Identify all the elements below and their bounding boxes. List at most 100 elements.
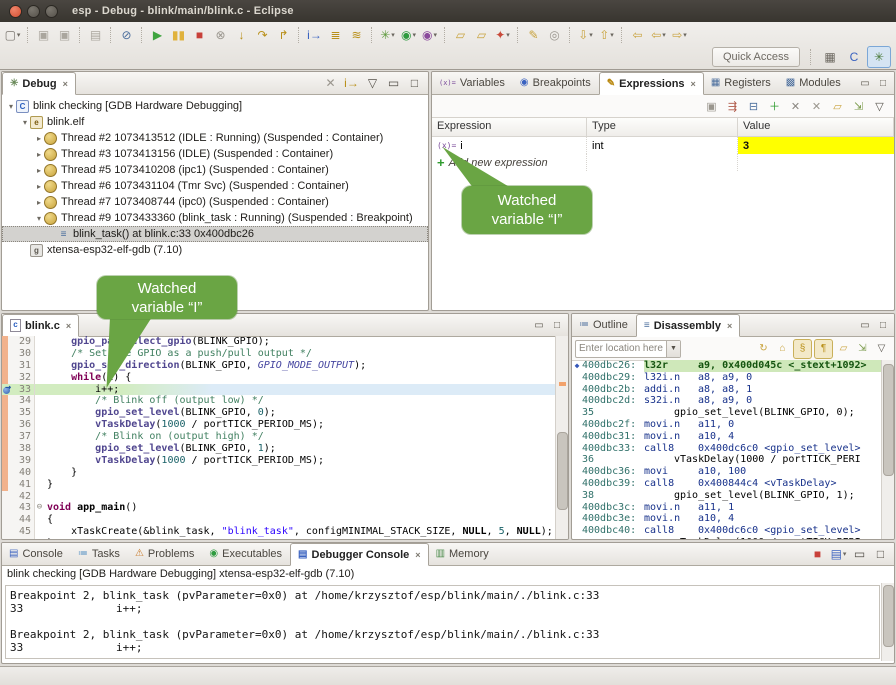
maximize-icon[interactable]: □ <box>875 317 891 333</box>
disassembly-line-400dbc26[interactable]: ◆400dbc26:l32ra9, 0x400d045c <_stext+109… <box>572 360 882 372</box>
line-number[interactable]: 46 <box>8 538 35 539</box>
profile-icon[interactable]: ◉▾ <box>420 26 439 44</box>
pin-editor-icon[interactable]: ⇩▾ <box>576 26 595 44</box>
expand-arrow-icon[interactable]: ▸ <box>34 166 44 175</box>
suspend-icon[interactable]: ▮▮ <box>169 26 188 44</box>
location-combo[interactable]: Enter location here ▼ <box>575 340 681 358</box>
window-minimize-button[interactable] <box>27 5 40 18</box>
maximize-icon[interactable]: □ <box>875 75 891 91</box>
drop-to-frame-icon[interactable]: ≣ <box>326 26 345 44</box>
expand-arrow-icon[interactable]: ▸ <box>34 150 44 159</box>
chevron-down-icon[interactable]: ▾ <box>589 31 593 39</box>
chevron-down-icon[interactable]: ▾ <box>610 31 614 39</box>
code-line-32[interactable]: 32 while(1) { <box>2 372 556 384</box>
chevron-down-icon[interactable]: ▾ <box>683 31 687 39</box>
code-line-37[interactable]: 37 /* Blink on (output high) */ <box>2 431 556 443</box>
code-editor[interactable]: 29 gpio_pad_select_gpio(BLINK_GPIO);30 /… <box>2 336 556 539</box>
tree-item-thread-3-1073413156-idle-suspended-conta[interactable]: ▸·Thread #3 1073413156 (IDLE) (Suspended… <box>2 146 428 162</box>
instruction-stepping-icon[interactable]: i→ <box>305 26 324 44</box>
tab-executables[interactable]: ◉Executables <box>202 543 290 565</box>
tree-item-thread-5-1073410208-ipc1-suspended-conta[interactable]: ▸·Thread #5 1073410208 (ipc1) (Suspended… <box>2 162 428 178</box>
close-icon[interactable]: × <box>415 550 420 560</box>
line-number[interactable]: 38 <box>8 443 35 455</box>
tree-item-thread-2-1073413512-idle-running-suspend[interactable]: ▸·Thread #2 1073413512 (IDLE : Running) … <box>2 130 428 146</box>
column-value[interactable]: Value <box>738 118 894 136</box>
line-number[interactable]: 45 <box>8 526 35 538</box>
code-line-42[interactable]: 42 <box>2 491 556 503</box>
code-line-38[interactable]: 38 gpio_set_level(BLINK_GPIO, 1); <box>2 443 556 455</box>
step-into-icon[interactable]: ↓ <box>232 26 251 44</box>
view-menu-icon[interactable]: ▽ <box>873 340 890 358</box>
link-with-debug-icon[interactable]: ⇲ <box>854 340 871 358</box>
column-expression[interactable]: Expression <box>432 118 587 136</box>
new-view-icon[interactable]: ▱ <box>828 97 847 115</box>
tree-item-blink-checking-gdb-hardware-debugging[interactable]: ▾Cblink checking [GDB Hardware Debugging… <box>2 98 428 114</box>
tab-modules[interactable]: ▩Modules <box>779 72 849 94</box>
debug-perspective-button[interactable]: ✳ <box>867 46 891 68</box>
line-number[interactable]: 43 <box>8 502 35 514</box>
maximize-icon[interactable]: □ <box>871 545 890 563</box>
code-line-34[interactable]: 34 /* Blink off (output low) */ <box>2 395 556 407</box>
tab-tasks[interactable]: ≔Tasks <box>71 543 128 565</box>
show-logical-structure-icon[interactable]: ⇶ <box>723 97 742 115</box>
close-icon[interactable]: × <box>63 79 68 89</box>
code-line-45[interactable]: 45 xTaskCreate(&blink_task, "blink_task"… <box>2 526 556 538</box>
tab-debugger-console[interactable]: ▤Debugger Console× <box>290 543 429 566</box>
open-task-icon[interactable]: ✎ <box>524 26 543 44</box>
breakpoint-instruction-pointer-icon[interactable]: → <box>3 385 13 395</box>
external-tools-icon[interactable]: ✦▾ <box>493 26 512 44</box>
show-type-names-icon[interactable]: ▣ <box>702 97 721 115</box>
terminate-console-icon[interactable]: ■ <box>808 545 827 563</box>
maximize-icon[interactable]: □ <box>549 317 565 333</box>
debug-icon[interactable]: ✳▾ <box>378 26 397 44</box>
expand-arrow-icon[interactable]: ▸ <box>34 198 44 207</box>
tab-expressions[interactable]: ✎Expressions× <box>599 72 704 95</box>
display-selected-console-icon[interactable]: ▤▾ <box>829 545 848 563</box>
instruction-stepping-mode-icon[interactable]: i→ <box>342 74 361 92</box>
code-line-41[interactable]: 41} <box>2 479 556 491</box>
collapse-arrow-icon[interactable]: ▾ <box>20 118 30 127</box>
run-icon[interactable]: ◉▾ <box>399 26 418 44</box>
refresh-view-icon[interactable]: ↻ <box>755 340 772 358</box>
view-menu-icon[interactable]: ▽ <box>870 97 889 115</box>
disassembly-line-400dbc36[interactable]: 400dbc36:movia10, 100 <box>572 466 882 478</box>
tab-registers[interactable]: ▦Registers <box>704 72 779 94</box>
fold-marker-icon[interactable]: ⊖ <box>35 502 44 514</box>
maximize-icon[interactable]: □ <box>405 74 424 92</box>
show-symbols-toggle-icon[interactable]: ¶ <box>814 339 833 359</box>
tree-item-thread-9-1073433360-blink-task-running-s[interactable]: ▾·Thread #9 1073433360 (blink_task : Run… <box>2 210 428 226</box>
disassembly-line-400dbc40[interactable]: 400dbc40:call80x400dc6c0 <gpio_set_level… <box>572 525 882 537</box>
tab-disassembly[interactable]: ≡Disassembly× <box>636 314 740 337</box>
change-overview-marker[interactable] <box>559 382 566 386</box>
tab-problems[interactable]: ⚠Problems <box>128 543 202 565</box>
tree-item-thread-6-1073431104-tmr-svc-suspended-co[interactable]: ▸·Thread #6 1073431104 (Tmr Svc) (Suspen… <box>2 178 428 194</box>
disassembly-line-400dbc2d[interactable]: 400dbc2d:s32i.na8, a9, 0 <box>572 395 882 407</box>
disassembly-scrollbar[interactable] <box>881 360 894 539</box>
editor-scrollbar[interactable] <box>555 336 568 539</box>
disconnect-icon[interactable]: ⊗ <box>211 26 230 44</box>
code-line-46[interactable]: 46} <box>2 538 556 539</box>
disassembly-line-400dbc2f[interactable]: 400dbc2f:movi.na11, 0 <box>572 419 882 431</box>
expand-arrow-icon[interactable]: ▸ <box>34 182 44 191</box>
new-view-icon[interactable]: ▱ <box>835 340 852 358</box>
code-line-35[interactable]: 35 gpio_set_level(BLINK_GPIO, 0); <box>2 407 556 419</box>
line-number[interactable]: 40 <box>8 467 35 479</box>
code-line-29[interactable]: 29 gpio_pad_select_gpio(BLINK_GPIO); <box>2 336 556 348</box>
minimize-icon[interactable]: ▭ <box>850 545 869 563</box>
home-icon[interactable]: ⌂ <box>774 340 791 358</box>
chevron-down-icon[interactable]: ▾ <box>662 31 666 39</box>
code-line-36[interactable]: 36 vTaskDelay(1000 / portTICK_PERIOD_MS)… <box>2 419 556 431</box>
disassembly-listing[interactable]: ◆400dbc26:l32ra9, 0x400d045c <_stext+109… <box>572 360 882 539</box>
tab-outline[interactable]: ≔Outline <box>572 314 636 336</box>
minimize-icon[interactable]: ▭ <box>857 317 873 333</box>
code-line-44[interactable]: 44{ <box>2 514 556 526</box>
add-expression-row[interactable]: + Add new expression <box>432 154 894 171</box>
disassembly-line-400dbc3c[interactable]: 400dbc3c:movi.na11, 1 <box>572 502 882 514</box>
tree-item-thread-7-1073408744-ipc0-suspended-conta[interactable]: ▸·Thread #7 1073408744 (ipc0) (Suspended… <box>2 194 428 210</box>
step-over-icon[interactable]: ↷ <box>253 26 272 44</box>
quick-access-button[interactable]: Quick Access <box>712 47 800 67</box>
collapse-arrow-icon[interactable]: ▾ <box>34 214 44 223</box>
tab-console[interactable]: ▤Console <box>2 543 71 565</box>
tree-item-xtensa-esp32-elf-gdb-7-10[interactable]: gxtensa-esp32-elf-gdb (7.10) <box>2 242 428 258</box>
column-type[interactable]: Type <box>587 118 738 136</box>
